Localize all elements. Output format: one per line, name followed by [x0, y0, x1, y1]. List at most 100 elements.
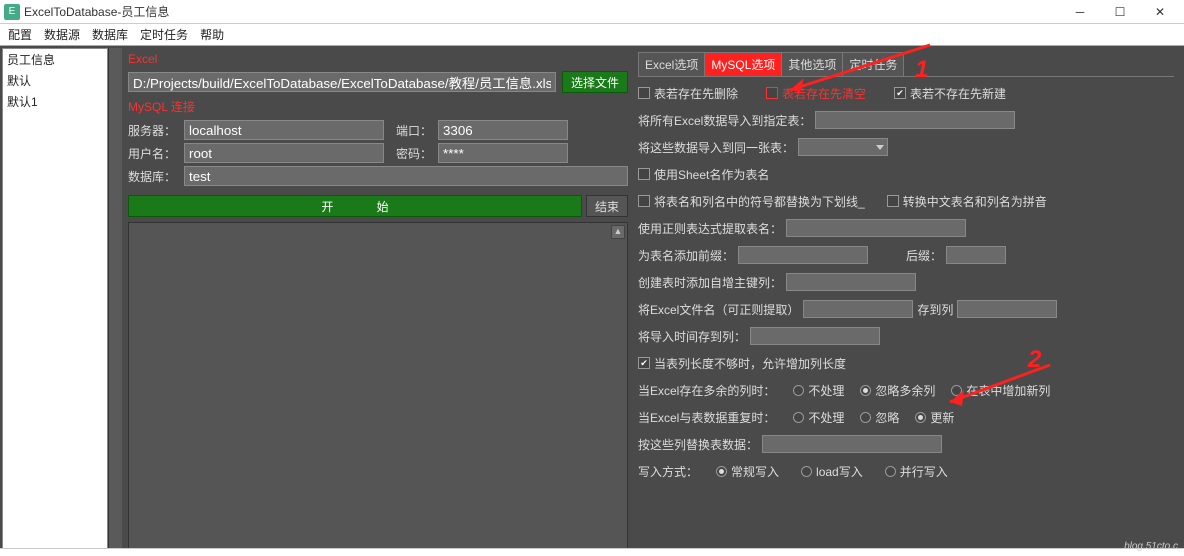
lbl-delete-if-exist: 表若存在先删除 [654, 85, 738, 102]
window-controls: ─ ☐ ✕ [1060, 0, 1180, 24]
lbl-allow-extend: 当表列长度不够时，允许增加列长度 [654, 355, 846, 372]
menu-datasource[interactable]: 数据源 [44, 26, 80, 43]
lbl-regex-extract: 使用正则表达式提取表名： [638, 220, 782, 237]
lbl-replace-symbols: 将表名和列名中的符号都替换为下划线_ [654, 193, 865, 210]
lbl-prefix: 为表名添加前缀： [638, 247, 734, 264]
app-icon: E [4, 4, 20, 20]
watermark: blog.51cto.c [1124, 541, 1178, 552]
workspace: 员工信息 默认 默认1 Excel 选择文件 MySQL 连接 服务器： 端口：… [0, 46, 1184, 556]
lbl-import-same-table: 将这些数据导入到同一张表： [638, 139, 794, 156]
lbl-load-write: load写入 [816, 463, 863, 480]
rb-load-write[interactable] [801, 466, 812, 477]
rb-add-new-col[interactable] [951, 385, 962, 396]
lbl-ignore-extra: 忽略多余列 [875, 382, 935, 399]
rb-parallel-write[interactable] [885, 466, 896, 477]
rb-no-process-1[interactable] [793, 385, 804, 396]
lbl-no-process-2: 不处理 [808, 409, 844, 426]
input-regex-extract[interactable] [786, 219, 966, 237]
main: Excel 选择文件 MySQL 连接 服务器： 端口： 用户名： 密码： 数据… [124, 46, 1184, 556]
cb-convert-pinyin[interactable] [887, 195, 899, 207]
pwd-label: 密码： [396, 145, 432, 162]
menu-schedule[interactable]: 定时任务 [140, 26, 188, 43]
cb-delete-if-exist[interactable] [638, 87, 650, 99]
cb-create-if-not[interactable] [894, 87, 906, 99]
lbl-create-if-not: 表若不存在先新建 [910, 85, 1006, 102]
menu-help[interactable]: 帮助 [200, 26, 224, 43]
rb-no-process-2[interactable] [793, 412, 804, 423]
minimize-button[interactable]: ─ [1060, 0, 1100, 24]
cb-allow-extend[interactable] [638, 357, 650, 369]
db-label: 数据库： [128, 168, 178, 185]
end-button[interactable]: 结束 [586, 195, 628, 217]
cb-clear-if-exist[interactable] [766, 87, 778, 99]
tab-other[interactable]: 其他选项 [781, 52, 843, 76]
user-label: 用户名： [128, 145, 178, 162]
lbl-extra-cols: 当Excel存在多余的列时： [638, 382, 775, 399]
dropdown-same-table[interactable] [798, 138, 888, 156]
input-replace-by-cols[interactable] [762, 435, 942, 453]
rb-normal-write[interactable] [716, 466, 727, 477]
lbl-add-new-col: 在表中增加新列 [966, 382, 1050, 399]
excel-path-input[interactable] [128, 72, 556, 92]
input-suffix[interactable] [946, 246, 1006, 264]
input-prefix[interactable] [738, 246, 868, 264]
lbl-normal-write: 常规写入 [731, 463, 779, 480]
maximize-button[interactable]: ☐ [1100, 0, 1140, 24]
port-label: 端口： [396, 122, 432, 139]
lbl-write-mode: 写入方式： [638, 463, 698, 480]
lbl-store-to: 存到列 [917, 301, 953, 318]
input-store-to[interactable] [957, 300, 1057, 318]
server-label: 服务器： [128, 122, 178, 139]
sidebar-scrollbar[interactable] [108, 48, 122, 554]
select-file-button[interactable]: 选择文件 [562, 71, 628, 93]
tab-excel[interactable]: Excel选项 [638, 52, 705, 76]
output-area: ▲ [128, 222, 628, 552]
excel-heading: Excel [128, 50, 628, 68]
lbl-suffix: 后缀： [906, 247, 942, 264]
lbl-ignore: 忽略 [875, 409, 899, 426]
lbl-clear-if-exist: 表若存在先清空 [782, 85, 866, 102]
window-title: ExcelToDatabase-员工信息 [24, 3, 1060, 20]
titlebar: E ExcelToDatabase-员工信息 ─ ☐ ✕ [0, 0, 1184, 24]
user-input[interactable] [184, 143, 384, 163]
lbl-convert-pinyin: 转换中文表名和列名为拼音 [903, 193, 1047, 210]
mysql-heading: MySQL 连接 [128, 96, 628, 117]
db-input[interactable] [184, 166, 628, 186]
right-panel: Excel选项 MySQL选项 其他选项 定时任务 表若存在先删除 表若存在先清… [632, 50, 1180, 552]
list-item[interactable]: 默认1 [3, 91, 107, 112]
lbl-excel-filename: 将Excel文件名（可正则提取） [638, 301, 799, 318]
pwd-input[interactable] [438, 143, 568, 163]
lbl-no-process-1: 不处理 [808, 382, 844, 399]
input-import-time[interactable] [750, 327, 880, 345]
menu-database[interactable]: 数据库 [92, 26, 128, 43]
left-panel: Excel 选择文件 MySQL 连接 服务器： 端口： 用户名： 密码： 数据… [128, 50, 628, 552]
port-input[interactable] [438, 120, 568, 140]
sidebar: 员工信息 默认 默认1 [0, 46, 124, 556]
options-tabs: Excel选项 MySQL选项 其他选项 定时任务 [638, 52, 1174, 77]
lbl-dup-data: 当Excel与表数据重复时： [638, 409, 775, 426]
rb-ignore[interactable] [860, 412, 871, 423]
menu-config[interactable]: 配置 [8, 26, 32, 43]
lbl-use-sheet-name: 使用Sheet名作为表名 [654, 166, 769, 183]
tab-schedule[interactable]: 定时任务 [842, 52, 904, 76]
rb-ignore-extra[interactable] [860, 385, 871, 396]
lbl-replace-by-cols: 按这些列替换表数据： [638, 436, 758, 453]
lbl-update: 更新 [930, 409, 954, 426]
rb-update[interactable] [915, 412, 926, 423]
cb-replace-symbols[interactable] [638, 195, 650, 207]
input-auto-inc[interactable] [786, 273, 916, 291]
start-button[interactable]: 开 始 [128, 195, 582, 217]
scroll-up-icon[interactable]: ▲ [611, 225, 625, 239]
list-item[interactable]: 员工信息 [3, 49, 107, 70]
list-item[interactable]: 默认 [3, 70, 107, 91]
input-import-to-table[interactable] [815, 111, 1015, 129]
server-input[interactable] [184, 120, 384, 140]
profile-list[interactable]: 员工信息 默认 默认1 [2, 48, 108, 554]
lbl-auto-inc: 创建表时添加自增主键列： [638, 274, 782, 291]
tab-mysql[interactable]: MySQL选项 [704, 52, 782, 76]
cb-use-sheet-name[interactable] [638, 168, 650, 180]
input-filename-regex[interactable] [803, 300, 913, 318]
lbl-import-time: 将导入时间存到列： [638, 328, 746, 345]
menubar: 配置 数据源 数据库 定时任务 帮助 [0, 24, 1184, 46]
close-button[interactable]: ✕ [1140, 0, 1180, 24]
